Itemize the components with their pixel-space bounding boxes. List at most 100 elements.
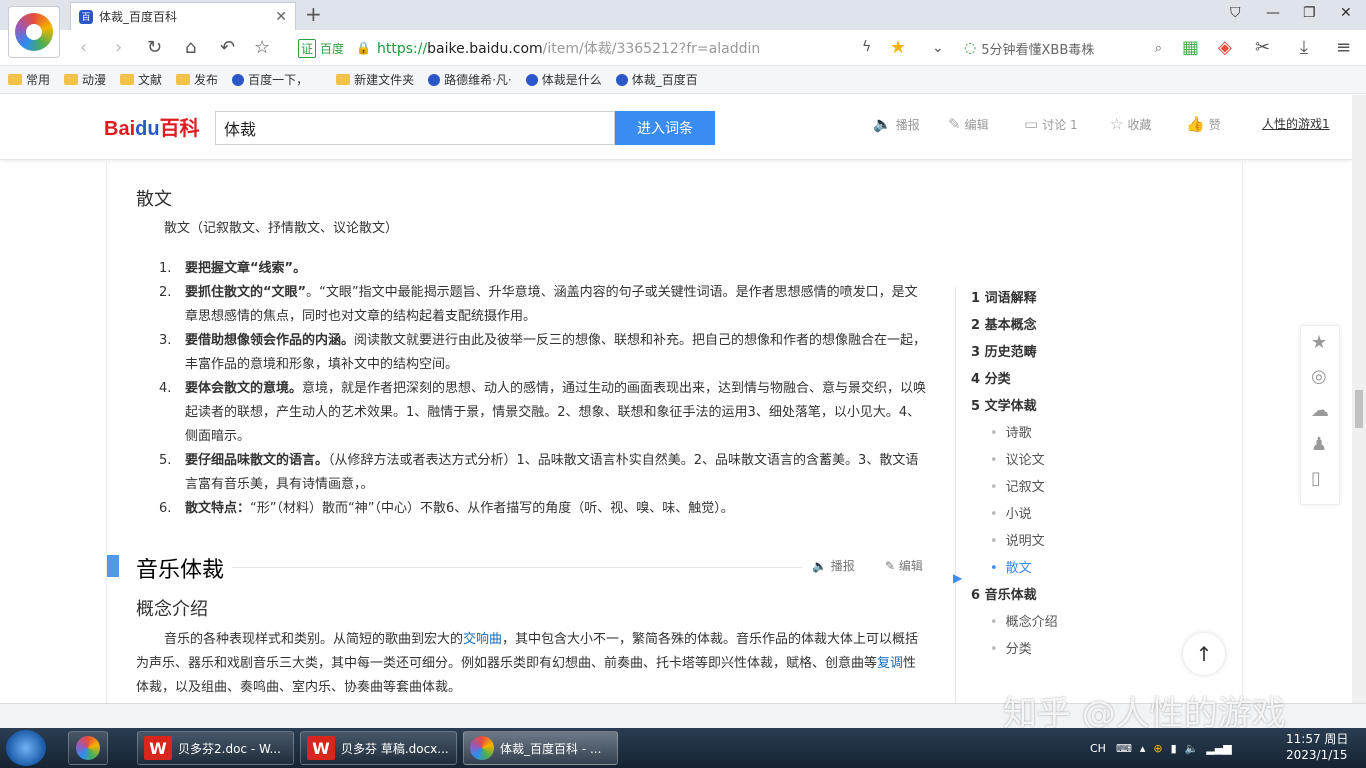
toc-item[interactable]: 3 历史范畴 [971,341,1037,360]
toc-item-active[interactable]: 散文 [990,557,1032,576]
tab-title: 体裁_百度百科 [99,10,178,24]
tray-arrow-icon[interactable]: ▴ [1140,742,1146,755]
bookmark-link[interactable]: 体裁_百度百 [615,71,698,88]
cert-shield-icon: 证 [298,38,317,58]
page-viewport: Baidu百科 体裁 进入词条 🔈 播报 ✎ 编辑 ▭ 讨论 1 ☆ 收藏 👍 赞 人性的… [0,95,1352,703]
enter-entry-button[interactable]: 进入词条 [615,111,715,145]
discuss-button[interactable]: ▭ 讨论 1 [1024,115,1078,133]
taskbar-item-wps2[interactable]: W 贝多芬 草稿.docx... [300,731,457,765]
section-edit-button[interactable]: ✎ 编辑 [885,557,923,574]
tab-active[interactable]: 百 体裁_百度百科 ✕ [70,2,296,30]
broadcast-button[interactable]: 🔈 播报 [873,115,920,133]
favorite-button[interactable]: ☆ 收藏 [1110,115,1151,133]
refresh-icon[interactable]: ↻ [147,37,162,58]
pencil-icon: ✎ [948,115,961,133]
list-item: 4. 要体会散文的意境。意境，就是作者把深刻的思想、动人的感情，通过生动的画面表现… [159,381,927,444]
minimize-icon[interactable]: — [1266,5,1280,21]
edit-button[interactable]: ✎ 编辑 [948,115,989,133]
address-bar[interactable]: 证 百度 🔒 https://baike.baidu.com/item/体裁/3… [298,34,928,62]
wechat-icon[interactable]: ☁ [1311,400,1329,421]
shirt-icon[interactable]: ⛉ [1230,5,1241,21]
network-icon[interactable]: ▮ [1171,742,1177,755]
polyphony-link[interactable]: 复调 [877,656,903,671]
bookmark-folder[interactable]: 发布 [176,71,218,88]
toc-item[interactable]: 1 词语解释 [971,287,1037,306]
favorite-star-icon[interactable]: ★ [1311,332,1327,353]
system-tray: CH ⌨ ▴ ⊕ ▮ 🔈 ▂▄▆ [1090,728,1232,768]
symphony-link[interactable]: 交响曲 [463,632,502,647]
new-tab-icon[interactable]: + [305,2,322,26]
star-outline-icon[interactable]: ☆ [254,37,270,58]
taskbar-item-browser[interactable]: 体裁_百度百科 - ... [463,731,618,765]
start-button[interactable] [6,730,46,766]
undo-icon[interactable]: ↶ [220,37,235,58]
toc-item[interactable]: 分类 [990,638,1032,657]
volume-icon[interactable]: 🔈 [1185,742,1199,755]
toc-item[interactable]: 小说 [990,503,1032,522]
taskbar: W 贝多芬2.doc - W... W 贝多芬 草稿.docx... 体裁_百度百科… [0,728,1366,768]
tab-bar: 百 体裁_百度百科 ✕ + ⛉ — ❐ ✕ [0,0,1366,30]
star-filled-icon[interactable]: ★ [890,37,906,58]
bookmark-link[interactable]: 百度一下， [232,71,308,88]
list-item: 3. 要借助想像领会作品的内涵。阅读散文就要进行由此及彼举一反三的想像、联想和补充… [159,333,927,372]
bookmark-folder[interactable]: 新建文件夹 [336,71,414,88]
back-to-top-button[interactable]: ↑ [1183,633,1225,675]
bookmark-link[interactable]: 体裁是什么 [525,71,602,88]
browser-logo[interactable] [8,6,60,58]
scissors-icon[interactable]: ✂ [1255,37,1270,58]
wps-icon: W [307,736,335,760]
shield-tray-icon[interactable]: ⊕ [1153,742,1162,755]
forward-icon[interactable]: › [115,37,122,58]
user-link[interactable]: 人性的游戏1 [1262,115,1330,132]
maximize-icon[interactable]: ❐ [1303,5,1316,21]
toc-item[interactable]: 说明文 [990,530,1045,549]
home-icon[interactable]: ⌂ [185,37,196,58]
toc-item[interactable]: 4 分类 [971,368,1011,387]
bookmark-folder[interactable]: 文献 [120,71,162,88]
toc-item[interactable]: 6 音乐体裁 [971,584,1037,603]
like-button[interactable]: 👍 赞 [1186,115,1221,133]
subheading-prose: 散文 [136,189,172,210]
game-icon[interactable]: ◈ [1218,37,1232,58]
star-icon: ☆ [1110,115,1124,133]
menu-icon[interactable]: ≡ [1336,37,1351,58]
ime-indicator[interactable]: CH [1090,742,1106,755]
taskbar-item-wps1[interactable]: W 贝多芬2.doc - W... [137,731,294,765]
pinned-browser[interactable] [68,731,108,765]
toc-item[interactable]: 概念介绍 [990,611,1058,630]
mobile-icon[interactable]: ▯ [1311,468,1321,489]
back-icon[interactable]: ‹ [80,37,87,58]
scroll-thumb[interactable] [1355,390,1363,428]
signal-icon[interactable]: ▂▄▆ [1206,742,1231,755]
baike-logo[interactable]: Baidu百科 [104,112,200,141]
close-tab-icon[interactable]: ✕ [275,9,287,25]
toc-item[interactable]: 诗歌 [990,422,1032,441]
arrow-up-icon: ↑ [1195,642,1213,666]
toc-item[interactable]: 5 文学体裁 [971,395,1037,414]
weibo-icon[interactable]: ◎ [1311,366,1327,387]
qq-icon[interactable]: ♟ [1311,434,1327,455]
baike-search-input[interactable]: 体裁 [215,111,615,145]
apps-icon[interactable]: ▦ [1182,37,1199,58]
bookmark-folder[interactable]: 动漫 [64,71,106,88]
bookmark-folder[interactable]: 常用 [8,71,50,88]
toc-item[interactable]: 议论文 [990,449,1045,468]
table-of-contents: 1 词语解释 2 基本概念 3 历史范畴 4 分类 5 文学体裁 诗歌 议论文 … [955,287,1135,703]
prose-tips-list: 1. 要把握文章“线索”。 2. 要抓住散文的“文眼”。“文眼”指文中最能揭示题旨、… [159,257,927,521]
download-icon[interactable]: ⤓ [1300,37,1308,58]
page-scrollbar[interactable] [1352,95,1366,703]
section-broadcast-button[interactable]: 🔈 播报 [812,557,855,574]
toc-item[interactable]: 2 基本概念 [971,314,1037,333]
baike-header: Baidu百科 体裁 进入词条 🔈 播报 ✎ 编辑 ▭ 讨论 1 ☆ 收藏 👍 赞 人性的… [0,95,1352,160]
bookmark-link[interactable]: 路德维希·凡· [428,71,512,88]
list-item: 6. 散文特点：“形”（材料）散而“神”（中心）不散6、从作者描写的角度（听、视、… [159,501,734,516]
search-icon[interactable]: ⌕ [1155,41,1162,56]
dropdown-icon[interactable]: ⌄ [932,40,944,56]
toc-item[interactable]: 记叙文 [990,476,1045,495]
lightning-icon[interactable]: ϟ [862,39,871,55]
keyboard-icon[interactable]: ⌨ [1116,742,1132,755]
clock-time: 11:57 周日 [1286,732,1349,746]
close-window-icon[interactable]: ✕ [1340,5,1352,21]
search-box[interactable]: ◌ 5分钟看懂XBB毒株 ⌕ [958,34,1168,62]
clock[interactable]: 11:57 周日 2023/1/15 [1286,731,1348,763]
